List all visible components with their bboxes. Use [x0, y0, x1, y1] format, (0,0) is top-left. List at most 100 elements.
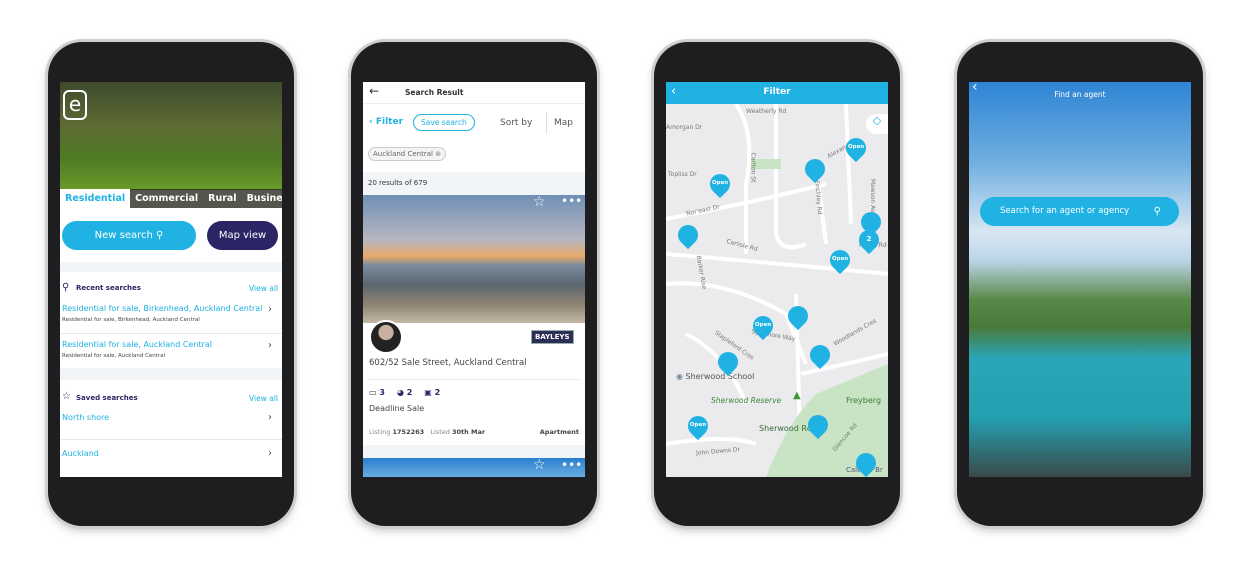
chevron-right-icon: ›: [268, 304, 272, 315]
listing-photo[interactable]: [363, 458, 585, 477]
poi-label: Sherwood School: [685, 372, 755, 381]
street-label: Weatherly Rd: [746, 108, 787, 115]
category-tabs: Residential Commercial Rural Business: [60, 189, 282, 208]
find-agent-screen: ‹ Find an agent Search for an agent or a…: [969, 82, 1191, 477]
map-button[interactable]: Map: [554, 118, 573, 128]
recent-search-title: Residential for sale, Auckland Central: [62, 340, 212, 349]
saved-search-item[interactable]: North shore ›: [60, 410, 282, 440]
map-view-button[interactable]: Map view: [207, 221, 278, 250]
remove-icon[interactable]: ⊗: [435, 150, 441, 158]
map-screen: ‹ Filter Weatherly Rd Amorgan Dr Topliss…: [666, 82, 888, 477]
star-icon[interactable]: ☆: [533, 457, 546, 473]
search-icon[interactable]: ⚲: [1154, 197, 1161, 226]
home-screen: e Residential Commercial Rural Business …: [60, 82, 282, 477]
pin-label: Open: [847, 144, 865, 150]
listing-photo[interactable]: [363, 195, 585, 323]
pin-label: Open: [711, 180, 729, 186]
listing-number: 1752263: [392, 428, 425, 436]
tab-rural[interactable]: Rural: [203, 189, 241, 208]
listed-date: 30th Mar: [451, 428, 486, 436]
search-icon: ⚲: [62, 282, 70, 293]
street-label: Sherwood Rd: [759, 424, 812, 433]
background-photo: [969, 82, 1191, 477]
saved-view-all-link[interactable]: View all: [249, 394, 278, 403]
chip-label: Auckland Central: [373, 150, 433, 158]
saved-searches-title: Saved searches: [76, 394, 138, 402]
street-label: Carlton St: [749, 152, 757, 183]
page-title: Filter: [763, 87, 791, 97]
header: ← Search Result: [363, 82, 585, 104]
property-type: Apartment: [539, 428, 579, 436]
filter-label: Filter: [375, 117, 404, 127]
street-label: Amorgan Dr: [666, 124, 703, 131]
results-bar: 20 results of 679: [363, 172, 585, 195]
star-icon[interactable]: ☆: [533, 194, 546, 210]
poi-label: Freyberg: [846, 396, 882, 405]
chevron-right-icon: ›: [268, 448, 272, 459]
recent-search-item[interactable]: Residential for sale, Birkenhead, Auckla…: [60, 302, 282, 334]
divider: [60, 368, 282, 380]
bath-count: 2: [406, 388, 413, 397]
chevron-right-icon: ›: [268, 412, 272, 423]
pin-label: 2: [866, 235, 872, 243]
bath-icon: ◕: [396, 388, 404, 397]
park-icon: ▲: [793, 390, 801, 401]
search-placeholder: Search for an agent or agency: [1000, 206, 1130, 216]
car-icon: ▣: [424, 388, 432, 397]
listing-address[interactable]: 602/52 Sale Street, Auckland Central: [369, 358, 527, 368]
listing-features: ▭ 3 ◕ 2 ▣ 2: [369, 388, 440, 397]
sale-type: Deadline Sale: [369, 404, 425, 413]
results-count: 20 results of 679: [368, 179, 428, 187]
school-icon: ◉: [676, 372, 683, 381]
listing-meta: Listing 1752263 Listed 30th Mar: [369, 428, 485, 436]
agent-search-input[interactable]: Search for an agent or agency ⚲: [980, 197, 1179, 226]
pin-label: Open: [754, 322, 772, 328]
divider: [546, 112, 547, 134]
agency-logo: BAYLEYS: [531, 330, 574, 344]
street-label: Topliss Dr: [668, 171, 697, 178]
filter-chip[interactable]: Auckland Central ⊗: [368, 147, 447, 161]
sort-by-button[interactable]: Sort by: [500, 118, 532, 128]
layers-icon[interactable]: ◇: [866, 114, 888, 134]
tab-business[interactable]: Business: [242, 189, 282, 208]
saved-search-label: North shore: [62, 413, 110, 422]
new-search-label: New search: [94, 230, 153, 241]
listed-label: Listed: [430, 428, 450, 436]
saved-search-item[interactable]: Auckland ›: [60, 446, 282, 470]
tab-residential[interactable]: Residential: [60, 189, 131, 208]
more-icon[interactable]: •••: [561, 458, 582, 472]
bed-count: 3: [379, 388, 385, 397]
star-icon: ☆: [62, 391, 71, 402]
new-search-button[interactable]: New search ⚲: [62, 221, 196, 250]
agent-avatar[interactable]: [369, 320, 403, 354]
recent-search-title: Residential for sale, Birkenhead, Auckla…: [62, 304, 263, 313]
car-count: 2: [434, 388, 441, 397]
hero-image: [60, 82, 282, 190]
bath-feature: ◕ 2: [397, 388, 412, 397]
app-logo: e: [63, 90, 87, 120]
page-title: Search Result: [405, 88, 464, 97]
recent-search-subtitle: Residential for sale, Auckland Central: [62, 353, 166, 359]
recent-view-all-link[interactable]: View all: [249, 284, 278, 293]
search-result-screen: ← Search Result ‹ Filter Save search Sor…: [363, 82, 585, 477]
search-icon: ⚲: [156, 230, 164, 241]
recent-search-item[interactable]: Residential for sale, Auckland Central R…: [60, 338, 282, 366]
recent-search-subtitle: Residential for sale, Birkenhead, Auckla…: [62, 317, 200, 323]
back-arrow-icon[interactable]: ←: [369, 84, 379, 98]
tab-commercial[interactable]: Commercial: [130, 189, 203, 208]
listing-label: Listing: [369, 428, 391, 436]
filter-button[interactable]: ‹ Filter: [369, 117, 403, 127]
chevron-right-icon: ›: [268, 340, 272, 351]
poi-school[interactable]: ◉ Sherwood School: [676, 372, 754, 381]
pin-label: Open: [689, 422, 707, 428]
pin-label: Open: [831, 256, 849, 262]
poi-label[interactable]: Sherwood Reserve: [711, 396, 781, 405]
save-search-button[interactable]: Save search: [413, 114, 475, 131]
divider: [363, 445, 585, 458]
more-icon[interactable]: •••: [561, 194, 582, 208]
header: ‹ Filter: [666, 82, 888, 104]
bed-icon: ▭: [369, 388, 377, 397]
page-title: Find an agent: [1054, 90, 1106, 99]
recent-searches-title: Recent searches: [76, 284, 141, 292]
bed-feature: ▭ 3: [369, 388, 385, 397]
